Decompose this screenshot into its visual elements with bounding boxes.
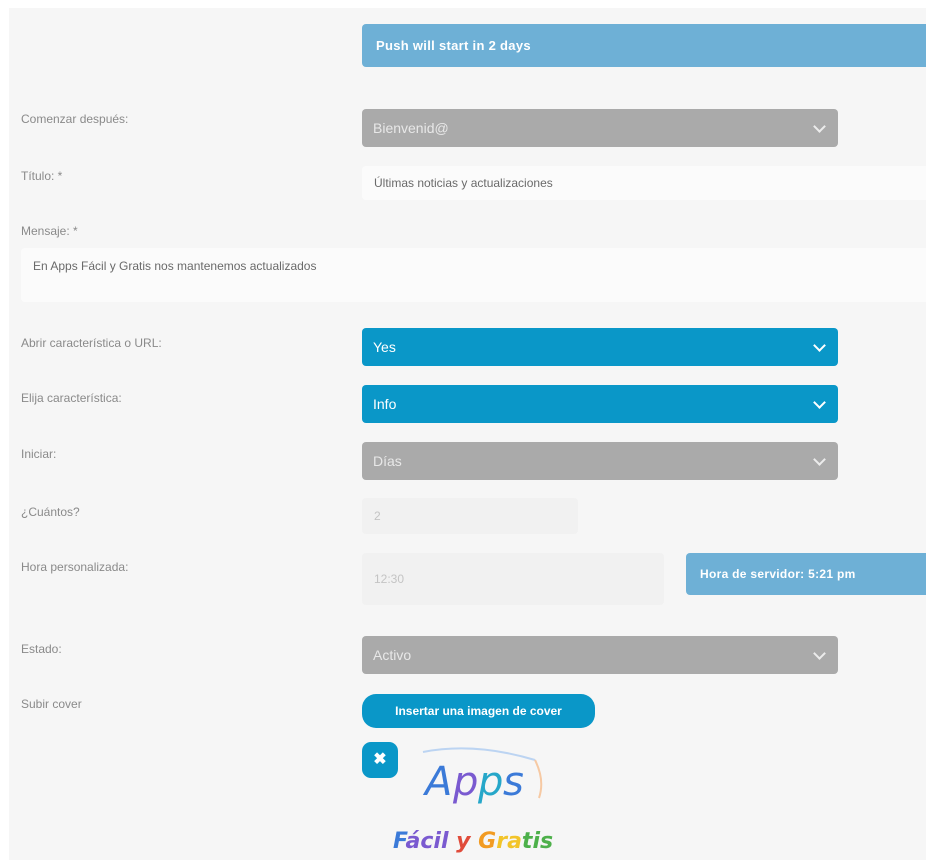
message-label: Mensaje: * — [21, 224, 78, 238]
open-feature-select[interactable]: Yes — [362, 328, 838, 366]
start-label: Iniciar: — [21, 447, 57, 461]
start-after-select[interactable]: Bienvenid@ — [362, 109, 838, 147]
open-feature-value: Yes — [373, 339, 396, 355]
logo-letter-p1: p — [452, 759, 478, 805]
chevron-down-icon — [813, 647, 826, 660]
start-select[interactable]: Días — [362, 442, 838, 480]
choose-feature-value: Info — [373, 396, 397, 412]
open-feature-label: Abrir característica o URL: — [21, 336, 162, 350]
custom-time-label: Hora personalizada: — [21, 560, 129, 574]
logo-tagline: Fácil y Gratis — [393, 829, 553, 854]
chevron-down-icon — [813, 453, 826, 466]
start-after-value: Bienvenid@ — [373, 120, 449, 136]
upload-cover-label: Subir cover — [21, 697, 82, 711]
status-label: Estado: — [21, 642, 62, 656]
start-value: Días — [373, 453, 402, 469]
logo-letter-a: A — [422, 759, 452, 805]
insert-cover-button[interactable]: Insertar una imagen de cover — [362, 694, 595, 728]
choose-feature-label: Elija característica: — [21, 391, 122, 405]
status-select[interactable]: Activo — [362, 636, 838, 674]
title-label: Título: * — [21, 169, 63, 183]
chevron-down-icon — [813, 339, 826, 352]
custom-time-input[interactable] — [362, 553, 664, 605]
chevron-down-icon — [813, 396, 826, 409]
server-time-display: Hora de servidor: 5:21 pm — [686, 553, 926, 595]
push-schedule-banner: Push will start in 2 days — [362, 24, 926, 67]
choose-feature-select[interactable]: Info — [362, 385, 838, 423]
logo-letter-s: s — [503, 759, 524, 805]
how-many-input[interactable] — [362, 498, 578, 534]
logo-letter-p2: p — [477, 759, 503, 805]
status-value: Activo — [373, 647, 412, 663]
start-after-label: Comenzar después: — [21, 112, 129, 126]
message-textarea[interactable]: En Apps Fácil y Gratis nos mantenemos ac… — [21, 248, 926, 302]
how-many-label: ¿Cuántos? — [21, 505, 80, 519]
title-input[interactable] — [362, 166, 926, 200]
cover-logo-image: A p p s Fácil y Gratis — [393, 747, 553, 854]
chevron-down-icon — [813, 120, 826, 133]
